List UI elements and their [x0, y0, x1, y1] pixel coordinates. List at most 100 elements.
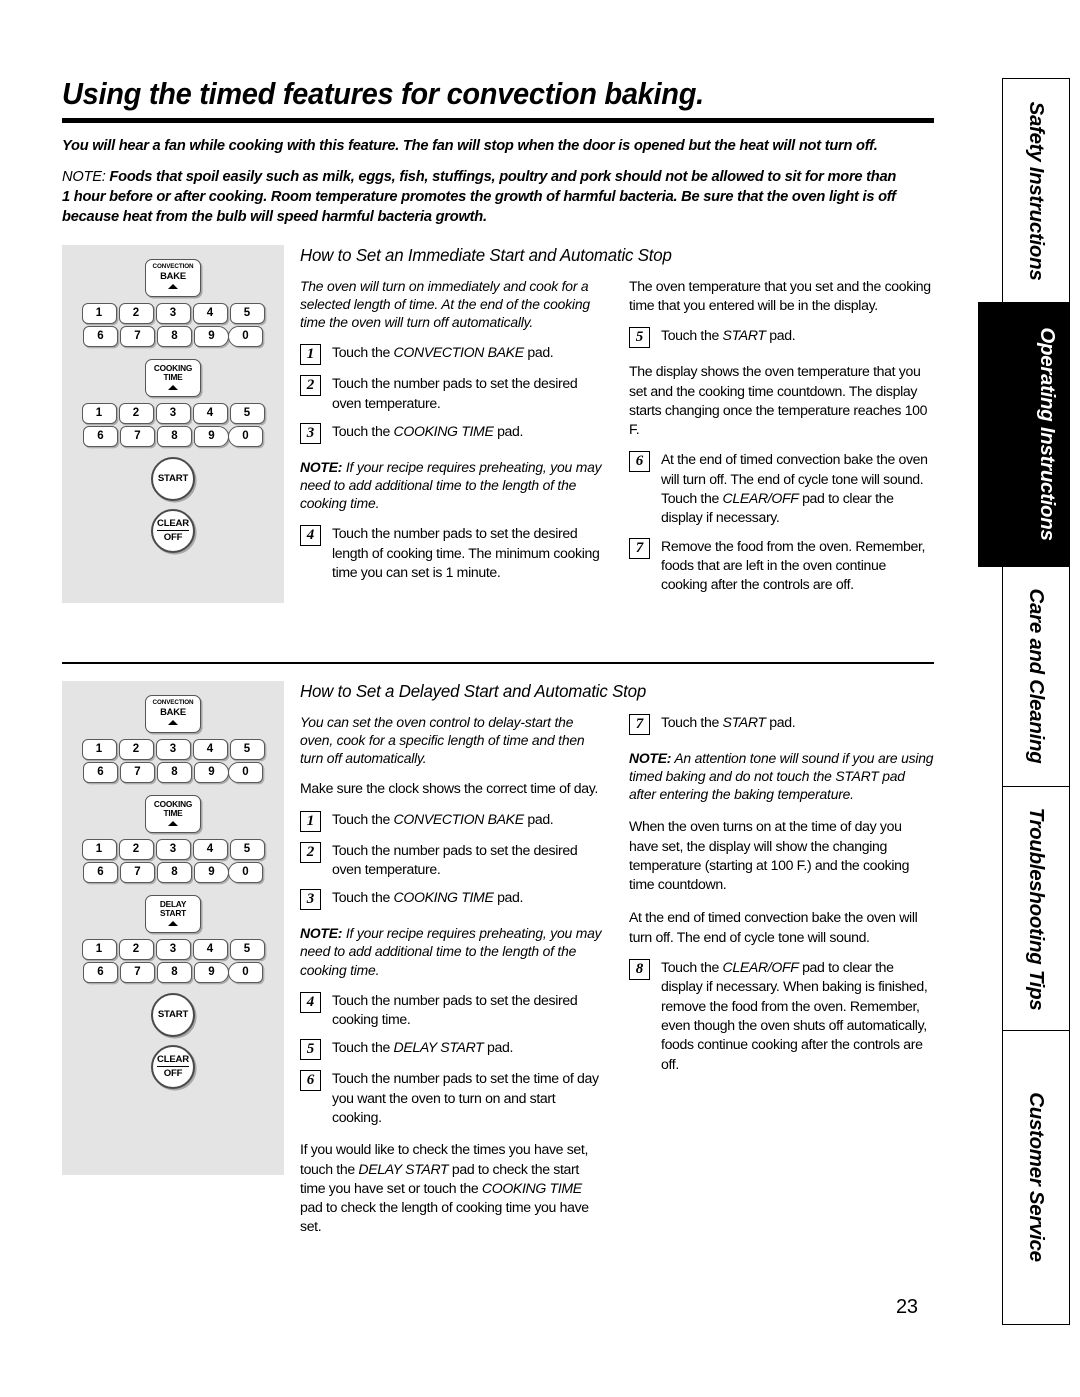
key-2[interactable]: 2 [118, 402, 154, 424]
section-delayed-start: CONVECTION BAKE 1 2 3 4 5 6 7 8 9 0 COOK… [62, 661, 934, 1234]
tab-customer-service[interactable]: Customer Service [1002, 1029, 1070, 1325]
key-3[interactable]: 3 [155, 838, 191, 860]
tab-operating-instructions[interactable]: Operating Instructions [978, 301, 1070, 567]
section2-right-p2: At the end of timed convection bake the … [629, 909, 918, 945]
key-3[interactable]: 3 [155, 938, 191, 960]
key-6[interactable]: 6 [83, 961, 118, 983]
step-text: Touch the COOKING TIME pad. [332, 422, 524, 439]
clear-off-button[interactable]: CLEAR OFF [151, 1044, 195, 1089]
key-1[interactable]: 1 [81, 938, 117, 960]
key-7[interactable]: 7 [120, 325, 155, 347]
page-title: Using the timed features for convection … [62, 77, 704, 111]
key-1[interactable]: 1 [81, 302, 117, 324]
key-2[interactable]: 2 [118, 302, 154, 324]
key-4[interactable]: 4 [192, 738, 228, 760]
key-8[interactable]: 8 [157, 425, 192, 447]
key-4[interactable]: 4 [192, 402, 228, 424]
cooking-time-pad[interactable]: COOKING TIME [145, 358, 201, 397]
tab-care-and-cleaning[interactable]: Care and Cleaning [1002, 565, 1070, 788]
key-5[interactable]: 5 [229, 838, 265, 860]
section1-columns: How to Set an Immediate Start and Automa… [300, 245, 934, 604]
convection-bake-pad[interactable]: CONVECTION BAKE [145, 694, 201, 733]
key-3[interactable]: 3 [155, 738, 191, 760]
key-8[interactable]: 8 [157, 761, 192, 783]
key-3[interactable]: 3 [155, 402, 191, 424]
step-number: 3 [300, 422, 321, 444]
key-2[interactable]: 2 [118, 938, 154, 960]
key-9[interactable]: 9 [194, 325, 229, 347]
key-6[interactable]: 6 [83, 325, 118, 347]
step-text: Touch the number pads to set the desired… [332, 375, 578, 411]
key-4[interactable]: 4 [192, 938, 228, 960]
tab-troubleshooting-tips[interactable]: Troubleshooting Tips [1002, 786, 1070, 1032]
section1-left-column: The oven will turn on immediately and co… [300, 277, 605, 604]
key-9[interactable]: 9 [194, 761, 229, 783]
key-1[interactable]: 1 [81, 402, 117, 424]
key-7[interactable]: 7 [120, 425, 155, 447]
step-text: Touch the number pads to set the desired… [332, 991, 578, 1028]
clear-off-button[interactable]: CLEAR OFF [151, 508, 195, 553]
key-3[interactable]: 3 [155, 302, 191, 324]
note-text: If your recipe requires preheating, you … [300, 925, 602, 978]
key-7[interactable]: 7 [120, 961, 155, 983]
key-7[interactable]: 7 [120, 861, 155, 883]
step-item: 5 Touch the DELAY START pad. [300, 1038, 605, 1061]
off-label: OFF [163, 531, 183, 543]
key-8[interactable]: 8 [157, 325, 192, 347]
tab-safety-instructions[interactable]: Safety Instructions [1002, 78, 1070, 303]
triangle-indicator-icon [168, 283, 178, 289]
section2-right-note: NOTE: An attention tone will sound if yo… [629, 749, 934, 804]
cooking-time-pad[interactable]: COOKING TIME [145, 794, 201, 833]
key-9[interactable]: 9 [194, 425, 229, 447]
key-5[interactable]: 5 [229, 302, 265, 324]
key-1[interactable]: 1 [81, 738, 117, 760]
numpad-row-1b: 6 7 8 9 0 [62, 325, 284, 347]
step-item: 6 At the end of timed convection bake th… [629, 450, 934, 527]
key-2[interactable]: 2 [118, 738, 154, 760]
step-text: Touch the number pads to set the desired… [332, 525, 600, 581]
key-0[interactable]: 0 [228, 325, 263, 347]
key-0[interactable]: 0 [228, 425, 263, 447]
step-item: 6 Touch the number pads to set the time … [300, 1069, 605, 1127]
section1-right-lead: The oven temperature that you set and th… [629, 277, 931, 313]
step-item: 3 Touch the COOKING TIME pad. [300, 422, 605, 444]
step-item: 4 Touch the number pads to set the desir… [300, 991, 605, 1030]
key-0[interactable]: 0 [228, 761, 263, 783]
numpad-row-1a: 1 2 3 4 5 [62, 738, 284, 760]
convection-bake-pad[interactable]: CONVECTION BAKE [145, 258, 201, 297]
key-5[interactable]: 5 [229, 402, 265, 424]
cooking-time-line2: TIME [163, 371, 183, 382]
triangle-indicator-icon [168, 384, 178, 390]
tab-label: Troubleshooting Tips [1025, 807, 1048, 1011]
key-0[interactable]: 0 [228, 861, 263, 883]
intro-text-2: Foods that spoil easily such as milk, eg… [62, 167, 897, 225]
start-button-wrap: START [62, 992, 284, 1037]
section2-right-p1: When the oven turns on at the time of da… [629, 818, 910, 893]
delay-start-pad[interactable]: DELAY START [145, 894, 201, 933]
key-6[interactable]: 6 [83, 761, 118, 783]
section2-note: NOTE: If your recipe requires preheating… [300, 924, 605, 979]
key-5[interactable]: 5 [229, 938, 265, 960]
key-5[interactable]: 5 [229, 738, 265, 760]
section2-body: CONVECTION BAKE 1 2 3 4 5 6 7 8 9 0 COOK… [62, 680, 934, 1234]
control-panel-immediate: CONVECTION BAKE 1 2 3 4 5 6 7 8 9 0 COOK… [62, 244, 284, 603]
key-7[interactable]: 7 [120, 761, 155, 783]
delay-start-pad-wrap: DELAY START [62, 894, 284, 933]
key-8[interactable]: 8 [157, 961, 192, 983]
convection-bake-pad-wrap: CONVECTION BAKE [62, 258, 284, 297]
key-2[interactable]: 2 [118, 838, 154, 860]
key-6[interactable]: 6 [83, 425, 118, 447]
key-4[interactable]: 4 [192, 302, 228, 324]
clear-label: CLEAR [156, 518, 189, 531]
key-6[interactable]: 6 [83, 861, 118, 883]
numpad-row-3a: 1 2 3 4 5 [62, 938, 284, 960]
key-9[interactable]: 9 [194, 861, 229, 883]
key-9[interactable]: 9 [194, 961, 229, 983]
start-button[interactable]: START [151, 456, 195, 501]
start-button[interactable]: START [151, 992, 195, 1037]
key-1[interactable]: 1 [81, 838, 117, 860]
key-4[interactable]: 4 [192, 838, 228, 860]
key-8[interactable]: 8 [157, 861, 192, 883]
key-0[interactable]: 0 [228, 961, 263, 983]
step-text: Touch the CONVECTION BAKE pad. [332, 344, 554, 361]
